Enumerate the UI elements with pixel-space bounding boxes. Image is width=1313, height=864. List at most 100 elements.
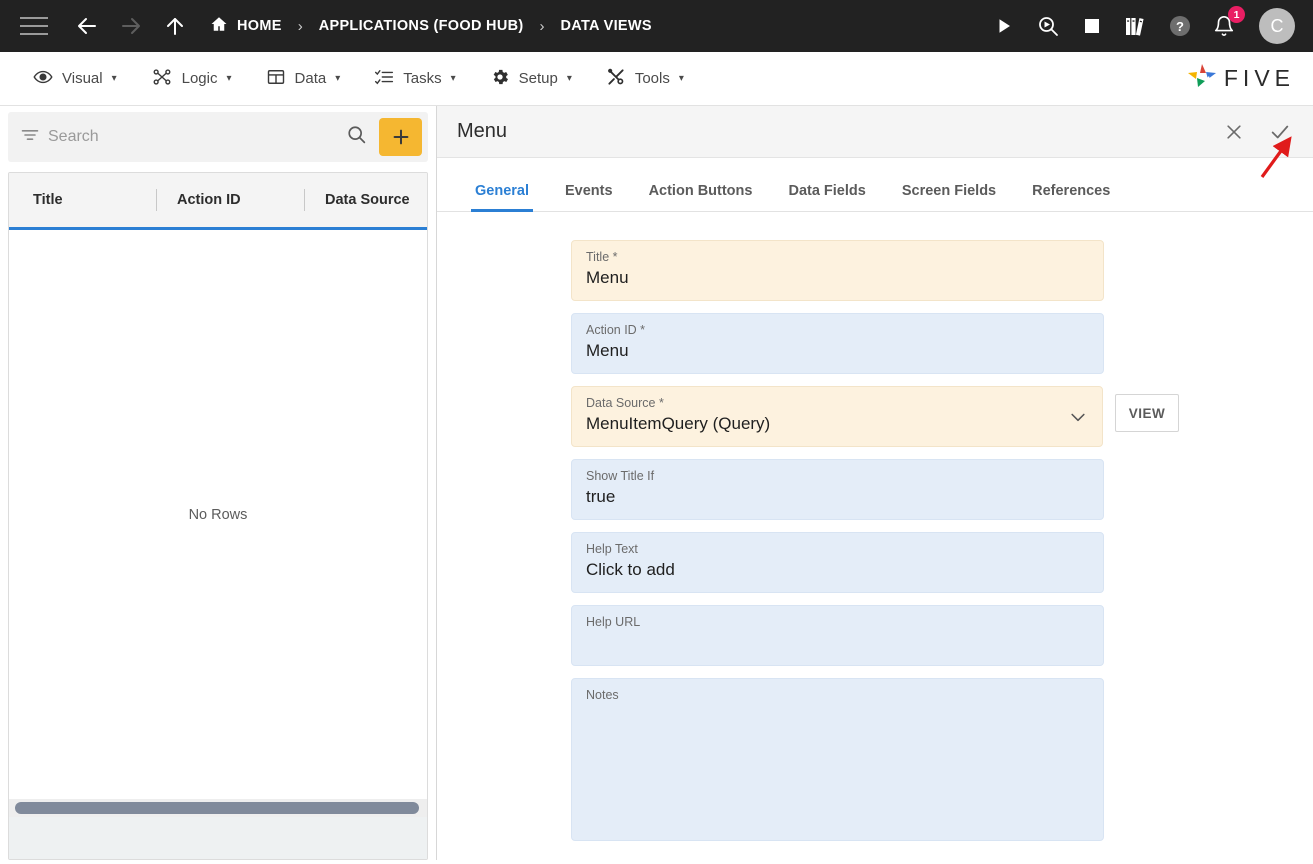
title-field[interactable]: Title * Menu: [571, 240, 1104, 301]
close-icon[interactable]: [1219, 117, 1249, 147]
five-mark-icon: [1185, 61, 1219, 96]
help-url-field-value: [586, 630, 1089, 656]
search-bar: [8, 112, 428, 162]
workspace: Title Action ID Data Source No Rows Menu: [0, 106, 1313, 860]
top-header-bar: HOME › APPLICATIONS (FOOD HUB) › DATA VI…: [0, 0, 1313, 56]
help-url-field[interactable]: Help URL: [571, 605, 1104, 666]
column-header-data-source[interactable]: Data Source: [305, 173, 410, 227]
run-icon[interactable]: [989, 11, 1019, 41]
column-header-action-id[interactable]: Action ID: [157, 173, 304, 227]
notes-field-row: Notes: [571, 678, 1179, 841]
show-title-if-field-value: true: [586, 487, 616, 506]
title-field-label: Title *: [586, 250, 618, 264]
svg-text:?: ?: [1176, 19, 1184, 34]
breadcrumb-home[interactable]: HOME: [210, 15, 282, 37]
tab-events[interactable]: Events: [547, 183, 631, 211]
table-icon: [266, 67, 286, 91]
empty-state-message: No Rows: [188, 506, 248, 523]
grid-footer: [9, 817, 427, 859]
breadcrumb-home-label: HOME: [237, 18, 282, 34]
tools-icon: [606, 67, 626, 91]
save-checkmark-icon[interactable]: [1265, 117, 1295, 147]
notes-field-label: Notes: [586, 688, 619, 702]
detail-tabs: General Events Action Buttons Data Field…: [437, 158, 1313, 212]
action-id-field-value: Menu: [586, 341, 629, 360]
notes-field[interactable]: Notes: [571, 678, 1104, 841]
menu-item-visual[interactable]: Visual ▾: [16, 52, 134, 106]
notification-bell-icon[interactable]: 1: [1209, 6, 1245, 41]
arrow-up-icon[interactable]: [158, 9, 192, 43]
menu-item-logic-label: Logic: [181, 70, 218, 87]
data-source-field[interactable]: Data Source * MenuItemQuery (Query): [571, 386, 1104, 447]
menu-item-visual-label: Visual: [62, 70, 103, 87]
chevron-down-icon: ▾: [566, 73, 572, 84]
menu-item-logic[interactable]: Logic ▾: [134, 52, 249, 106]
notification-badge: 1: [1228, 6, 1245, 23]
chevron-down-icon: ▾: [111, 73, 117, 84]
help-text-field-label: Help Text: [586, 542, 638, 556]
add-data-view-button[interactable]: [379, 118, 422, 156]
library-icon[interactable]: [1121, 11, 1151, 41]
search-icon[interactable]: [346, 124, 367, 150]
grid-header-row: Title Action ID Data Source: [9, 173, 427, 230]
help-text-field-value: Click to add: [586, 560, 675, 579]
home-icon: [210, 15, 228, 37]
data-views-list-panel: Title Action ID Data Source No Rows: [0, 106, 437, 860]
menu-item-tools[interactable]: Tools ▾: [589, 52, 701, 106]
show-title-if-field-row: Show Title If true: [571, 459, 1179, 520]
stop-icon[interactable]: [1077, 11, 1107, 41]
help-url-field-row: Help URL: [571, 605, 1179, 666]
five-logo: FIVE: [1185, 61, 1313, 96]
chevron-down-icon[interactable]: [1068, 407, 1088, 432]
tab-data-fields[interactable]: Data Fields: [770, 183, 883, 211]
show-title-if-field-label: Show Title If: [586, 469, 655, 483]
column-header-title[interactable]: Title: [9, 173, 156, 227]
search-input[interactable]: [48, 128, 338, 146]
show-title-if-field[interactable]: Show Title If true: [571, 459, 1104, 520]
hamburger-icon[interactable]: [20, 17, 48, 35]
menu-item-data-label: Data: [294, 70, 327, 87]
title-field-value: Menu: [586, 268, 629, 287]
task-list-icon: [374, 67, 394, 91]
gear-icon: [490, 67, 510, 91]
menu-item-tools-label: Tools: [634, 70, 670, 87]
detail-panel-header: Menu: [437, 106, 1313, 158]
view-data-source-button[interactable]: VIEW: [1115, 394, 1179, 432]
help-text-field[interactable]: Help Text Click to add: [571, 532, 1104, 593]
breadcrumb-separator-1: ›: [297, 17, 303, 35]
breadcrumb-data-views[interactable]: DATA VIEWS: [561, 18, 652, 34]
five-wordmark: FIVE: [1223, 65, 1295, 91]
arrow-right-icon[interactable]: [114, 9, 148, 43]
notes-field-value: [586, 703, 1089, 729]
grid-body: No Rows: [9, 230, 427, 799]
menu-item-tasks-label: Tasks: [403, 70, 442, 87]
chevron-down-icon: ▾: [450, 73, 456, 84]
help-icon[interactable]: ?: [1165, 11, 1195, 41]
action-id-field[interactable]: Action ID * Menu: [571, 313, 1104, 374]
data-views-grid: Title Action ID Data Source No Rows: [8, 172, 428, 860]
filter-icon[interactable]: [20, 125, 40, 150]
breadcrumb-applications[interactable]: APPLICATIONS (FOOD HUB): [319, 18, 524, 34]
menu-item-data[interactable]: Data ▾: [249, 52, 358, 106]
avatar[interactable]: C: [1259, 8, 1295, 44]
chevron-down-icon: ▾: [226, 73, 232, 84]
action-id-field-label: Action ID *: [586, 323, 646, 337]
debug-icon[interactable]: [1033, 11, 1063, 41]
data-source-field-row: Data Source * MenuItemQuery (Query) VIEW: [571, 386, 1179, 447]
arrow-left-icon[interactable]: [70, 9, 104, 43]
tab-screen-fields[interactable]: Screen Fields: [884, 183, 1014, 211]
help-url-field-label: Help URL: [586, 615, 641, 629]
title-field-row: Title * Menu: [571, 240, 1179, 301]
horizontal-scrollbar-thumb[interactable]: [15, 802, 419, 814]
tab-references[interactable]: References: [1014, 183, 1128, 211]
general-tab-form: Title * Menu Action ID * Menu Data Sourc…: [437, 212, 1313, 860]
menu-item-setup[interactable]: Setup ▾: [473, 52, 589, 106]
horizontal-scrollbar[interactable]: [9, 799, 427, 817]
tab-action-buttons[interactable]: Action Buttons: [631, 183, 771, 211]
chevron-down-icon: ▾: [678, 73, 684, 84]
action-id-field-row: Action ID * Menu: [571, 313, 1179, 374]
menu-item-tasks[interactable]: Tasks ▾: [357, 52, 472, 106]
detail-panel-actions: [1219, 117, 1313, 147]
help-text-field-row: Help Text Click to add: [571, 532, 1179, 593]
tab-general[interactable]: General: [457, 183, 547, 212]
